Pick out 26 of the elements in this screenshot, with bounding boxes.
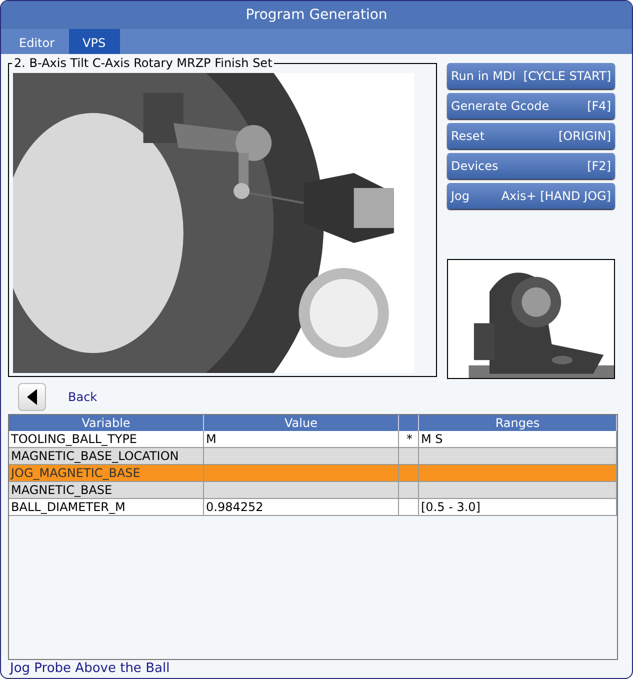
table-cell: M — [206, 432, 216, 446]
action-button[interactable]: Jog Axis+ [HAND JOG] — [447, 183, 615, 209]
table-cell: M S — [421, 432, 443, 446]
back-button[interactable] — [18, 383, 46, 411]
table-row[interactable]: BALL_DIAMETER_M 0.984252 [0.5 - 3.0] — [9, 499, 617, 516]
tab[interactable]: Editor — [5, 29, 69, 54]
table-cell: MAGNETIC_BASE — [11, 483, 112, 497]
table-row[interactable]: JOG_MAGNETIC_BASE — [9, 465, 617, 482]
table-cell: BALL_DIAMETER_M — [11, 500, 126, 514]
table-cell: 0.984252 — [206, 500, 264, 514]
table-cell: * — [406, 432, 412, 446]
back-arrow-icon — [27, 389, 37, 405]
group-title: 2. B-Axis Tilt C-Axis Rotary MRZP Finish Set — [12, 56, 274, 71]
table-cell: MAGNETIC_BASE_LOCATION — [11, 449, 179, 463]
window-title: Program Generation — [1, 1, 632, 29]
status-text: Jog Probe Above the Ball — [10, 661, 171, 676]
action-button[interactable]: Run in MDI [CYCLE START] — [447, 63, 615, 89]
tab[interactable]: VPS — [68, 29, 120, 54]
table-cell: JOG_MAGNETIC_BASE — [11, 466, 140, 480]
table-row[interactable]: TOOLING_BALL_TYPE M * M S — [9, 431, 617, 448]
action-button[interactable]: Devices [F2] — [447, 153, 615, 179]
table-cell: TOOLING_BALL_TYPE — [11, 432, 138, 446]
action-button[interactable]: Reset [ORIGIN] — [447, 123, 615, 149]
table-cell: [0.5 - 3.0] — [421, 500, 480, 514]
action-button[interactable]: Generate Gcode [F4] — [447, 93, 615, 119]
back-link[interactable]: Back — [68, 390, 98, 404]
